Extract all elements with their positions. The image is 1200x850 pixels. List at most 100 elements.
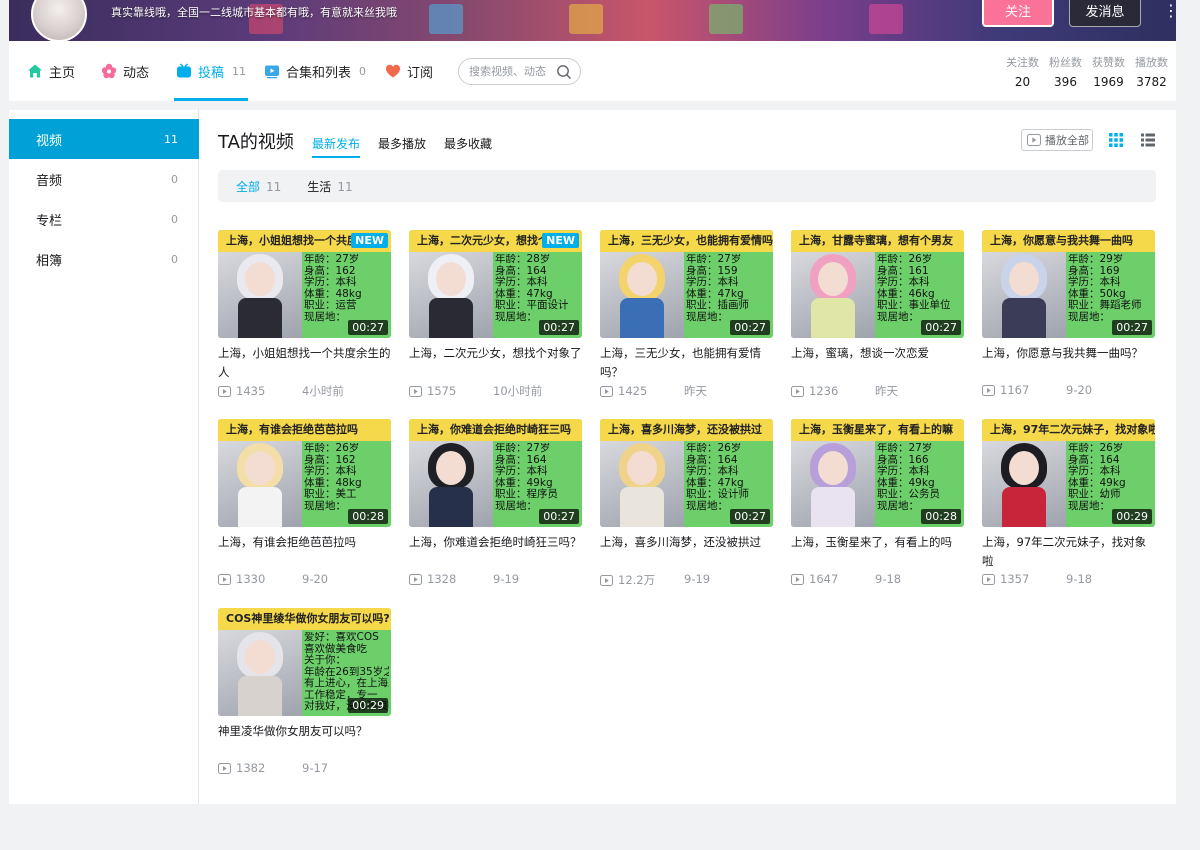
stat-value: 20 — [1014, 75, 1031, 89]
filter-life[interactable]: 生活 11 — [307, 178, 352, 195]
video-title[interactable]: 上海，二次元少女，想找个对象了 — [409, 344, 582, 382]
video-thumbnail[interactable]: 上海，三无少女，也能拥有爱情吗 年龄：27岁 身高：159 学历：本科 体重：47… — [600, 230, 773, 338]
stat-value: 3782 — [1136, 75, 1167, 89]
video-title[interactable]: 上海，有谁会拒绝芭芭拉吗 — [218, 533, 391, 571]
sidebar-item-video[interactable]: 视频 11 — [9, 119, 199, 159]
sidebar-item-album[interactable]: 相簿 0 — [9, 239, 199, 279]
video-card[interactable]: 上海，你愿意与我共舞一曲吗 年龄：29岁 身高：169 学历：本科 体重：50kg… — [982, 230, 1155, 405]
play-count-value: 12.2万 — [618, 573, 656, 587]
thumbnail-caption: 上海，有谁会拒绝芭芭拉吗 — [218, 419, 391, 441]
video-card[interactable]: 上海，小姐姐想找一个共度余 年龄：27岁 身高：162 学历：本科 体重：48kg… — [218, 230, 391, 405]
sidebar-item-articles[interactable]: 专栏 0 — [9, 199, 199, 239]
tab-collections-count: 0 — [359, 64, 367, 78]
play-count-value: 1435 — [236, 384, 266, 398]
thumbnail-caption: 上海，你愿意与我共舞一曲吗 — [982, 230, 1155, 252]
upload-date: 9-20 — [1066, 383, 1093, 397]
video-card[interactable]: COS神里绫华做你女朋友可以吗? 爱好：喜欢COS 喜欢做美食吃 关于你： 年龄在… — [218, 608, 391, 783]
cosplay-photo — [600, 252, 684, 338]
list-view-icon[interactable] — [1140, 132, 1156, 148]
tab-subscriptions[interactable]: 订阅 — [385, 41, 433, 101]
stat-following[interactable]: 关注数 20 — [1006, 54, 1039, 89]
banner-gift-decoration — [429, 4, 463, 34]
video-thumbnail[interactable]: 上海，你愿意与我共舞一曲吗 年龄：29岁 身高：169 学历：本科 体重：50kg… — [982, 230, 1155, 338]
upload-date: 4小时前 — [302, 384, 344, 398]
play-count-value: 1357 — [1000, 572, 1030, 586]
video-title[interactable]: 上海，喜多川海梦，还没被拱过 — [600, 533, 773, 571]
video-thumbnail[interactable]: 上海，喜多川海梦，还没被拱过 年龄：26岁 身高：164 学历：本科 体重：47k… — [600, 419, 773, 527]
follow-button[interactable]: 关注 — [982, 0, 1054, 27]
play-count-icon — [600, 574, 613, 586]
video-title[interactable]: 上海，你愿意与我共舞一曲吗？ — [982, 344, 1155, 382]
cosplay-photo — [218, 252, 302, 338]
sort-most-favorited[interactable]: 最多收藏 — [444, 135, 492, 158]
play-count: 1236 — [791, 383, 875, 399]
video-title[interactable]: 神里凌华做你女朋友可以吗？ — [218, 722, 391, 760]
stat-label: 获赞数 — [1092, 56, 1125, 69]
video-thumbnail[interactable]: 上海，二次元少女，想找个对 年龄：28岁 身高：164 学历：本科 体重：47kg… — [409, 230, 582, 338]
send-message-button[interactable]: 发消息 — [1069, 0, 1141, 27]
profile-stats: 关注数 20 粉丝数 396 获赞数 1969 播放数 3782 — [1006, 54, 1168, 89]
tab-home[interactable]: 主页 — [27, 41, 75, 101]
video-title[interactable]: 上海，小姐姐想找一个共度余生的人 — [218, 344, 391, 382]
video-title[interactable]: 上海，蜜璃，想谈一次恋爱 — [791, 344, 964, 382]
upload-date: 9-17 — [302, 761, 329, 775]
main-panel: 视频 11 音频 0 专栏 0 相簿 0 TA的视频 最新发布 最多播放 最多收… — [9, 110, 1176, 804]
video-thumbnail[interactable]: 上海，有谁会拒绝芭芭拉吗 年龄：26岁 身高：162 学历：本科 体重：48kg … — [218, 419, 391, 527]
video-meta: 1575 10小时前 — [409, 383, 582, 399]
video-duration: 00:28 — [921, 509, 961, 524]
video-duration: 00:27 — [1112, 320, 1152, 335]
thumbnail-caption: COS神里绫华做你女朋友可以吗? — [218, 608, 391, 630]
video-title[interactable]: 上海，97年二次元妹子，找对象啦 — [982, 533, 1155, 571]
search-icon[interactable] — [556, 64, 572, 80]
video-thumbnail[interactable]: COS神里绫华做你女朋友可以吗? 爱好：喜欢COS 喜欢做美食吃 关于你： 年龄在… — [218, 608, 391, 716]
upload-date: 9-19 — [684, 572, 711, 586]
sort-latest[interactable]: 最新发布 — [312, 135, 361, 158]
sidebar-item-audio[interactable]: 音频 0 — [9, 159, 199, 199]
grid-view-icon[interactable] — [1108, 132, 1124, 148]
new-badge: NEW — [351, 233, 388, 248]
video-title[interactable]: 上海，你难道会拒绝时崎狂三吗？ — [409, 533, 582, 571]
video-card[interactable]: 上海，甘露寺蜜璃，想有个男友 年龄：26岁 身高：161 学历：本科 体重：46k… — [791, 230, 964, 405]
stat-followers[interactable]: 粉丝数 396 — [1049, 54, 1082, 89]
video-thumbnail[interactable]: 上海，97年二次元妹子，找对象啦 年龄：26岁 身高：164 学历：本科 体重：4… — [982, 419, 1155, 527]
video-card[interactable]: 上海，喜多川海梦，还没被拱过 年龄：26岁 身高：164 学历：本科 体重：47k… — [600, 419, 773, 594]
profile-banner: 真实靠线哦，全国一二线城市基本都有哦，有意就来丝我哦 关注 发消息 ⋮ — [9, 0, 1176, 41]
thumbnail-caption: 上海，喜多川海梦，还没被拱过 — [600, 419, 773, 441]
thumbnail-caption: 上海，三无少女，也能拥有爱情吗 — [600, 230, 773, 252]
video-card[interactable]: 上海，97年二次元妹子，找对象啦 年龄：26岁 身高：164 学历：本科 体重：4… — [982, 419, 1155, 594]
video-thumbnail[interactable]: 上海，你难道会拒绝时崎狂三吗 年龄：27岁 身高：164 学历：本科 体重：49k… — [409, 419, 582, 527]
play-count: 1357 — [982, 572, 1066, 586]
search-input[interactable] — [469, 65, 551, 78]
video-thumbnail[interactable]: 上海，小姐姐想找一个共度余 年龄：27岁 身高：162 学历：本科 体重：48kg… — [218, 230, 391, 338]
video-card[interactable]: 上海，你难道会拒绝时崎狂三吗 年龄：27岁 身高：164 学历：本科 体重：49k… — [409, 419, 582, 594]
play-all-button[interactable]: 播放全部 — [1021, 129, 1093, 151]
video-card[interactable]: 上海，玉衡星来了，有看上的嘛 年龄：27岁 身高：166 学历：本科 体重：49k… — [791, 419, 964, 594]
play-count: 1382 — [218, 761, 302, 775]
tab-collections[interactable]: 合集和列表 0 — [264, 41, 366, 101]
tab-uploads[interactable]: 投稿 11 — [173, 41, 249, 101]
video-title[interactable]: 上海，三无少女，也能拥有爱情吗？ — [600, 344, 773, 382]
tab-dynamic[interactable]: 动态 — [101, 41, 149, 101]
sidebar-item-label: 音频 — [36, 173, 63, 189]
video-meta: 1330 9-20 — [218, 572, 391, 586]
video-card[interactable]: 上海，三无少女，也能拥有爱情吗 年龄：27岁 身高：159 学历：本科 体重：47… — [600, 230, 773, 405]
video-title[interactable]: 上海，玉衡星来了，有看上的吗 — [791, 533, 964, 571]
video-duration: 00:27 — [730, 509, 770, 524]
avatar[interactable] — [31, 0, 87, 41]
filter-all[interactable]: 全部 11 — [236, 178, 281, 195]
upload-date: 9-18 — [875, 572, 902, 586]
video-card[interactable]: 上海，有谁会拒绝芭芭拉吗 年龄：26岁 身高：162 学历：本科 体重：48kg … — [218, 419, 391, 594]
sidebar-item-count: 0 — [171, 252, 178, 266]
stat-value: 396 — [1054, 75, 1077, 89]
profile-sign: 真实靠线哦，全国一二线城市基本都有哦，有意就来丝我哦 — [111, 6, 397, 19]
video-meta: 1435 4小时前 — [218, 383, 391, 399]
video-thumbnail[interactable]: 上海，甘露寺蜜璃，想有个男友 年龄：26岁 身高：161 学历：本科 体重：46k… — [791, 230, 964, 338]
sort-most-played[interactable]: 最多播放 — [378, 135, 426, 158]
video-meta: 1382 9-17 — [218, 761, 391, 775]
video-card[interactable]: 上海，二次元少女，想找个对 年龄：28岁 身高：164 学历：本科 体重：47kg… — [409, 230, 582, 405]
play-count: 1435 — [218, 383, 302, 399]
more-options-icon[interactable]: ⋮ — [1163, 2, 1176, 22]
video-thumbnail[interactable]: 上海，玉衡星来了，有看上的嘛 年龄：27岁 身高：166 学历：本科 体重：49k… — [791, 419, 964, 527]
play-count-value: 1167 — [1000, 383, 1030, 397]
profile-nav: 主页 动态 投稿 11 合集和列表 0 订阅 关注数 20 粉丝数 396 获赞数 1… — [9, 41, 1176, 101]
